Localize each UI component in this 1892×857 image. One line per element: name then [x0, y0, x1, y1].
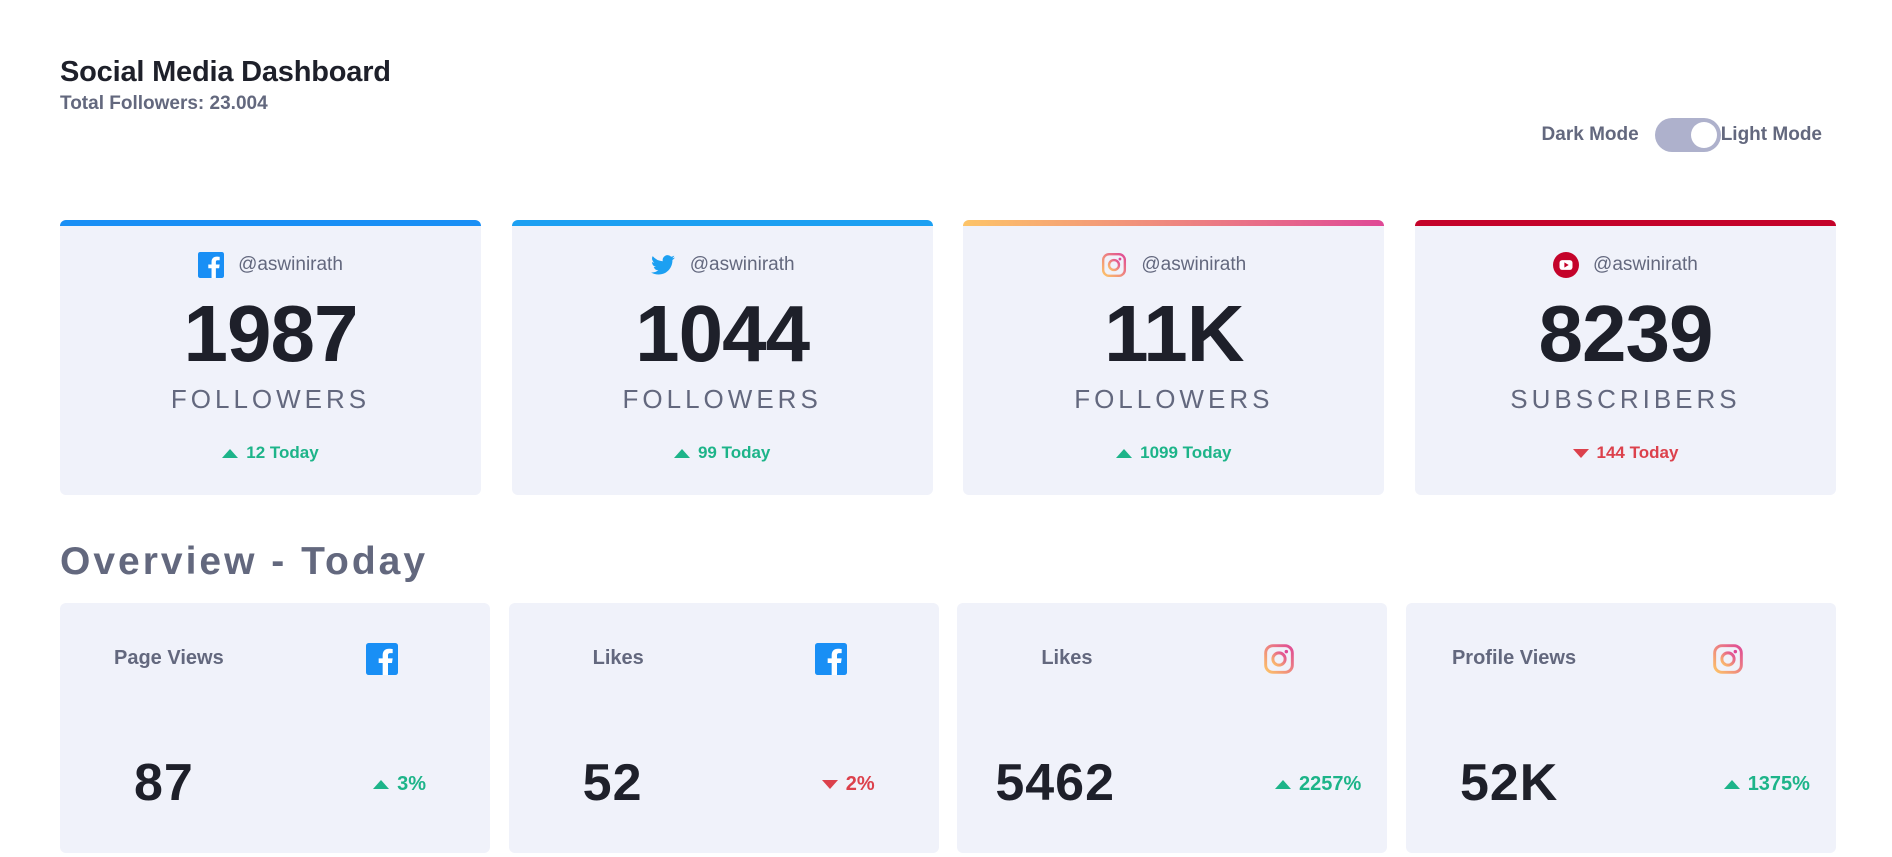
facebook-icon [814, 643, 847, 675]
page-title: Social Media Dashboard [60, 56, 391, 88]
total-followers: Total Followers: 23.004 [60, 93, 268, 114]
overview-change: 2% [821, 773, 875, 796]
overview-label: Page Views [114, 647, 224, 669]
overview-label: Profile Views [1451, 647, 1577, 669]
card-accent-bar [511, 220, 933, 226]
dark-mode-label: Dark Mode [1541, 124, 1639, 145]
overview-value: 52K [1459, 754, 1559, 812]
card-unit: SUBSCRIBERS [1510, 384, 1741, 414]
instagram-icon [1263, 643, 1295, 675]
arrow-down-icon [821, 780, 838, 789]
youtube-icon [1553, 252, 1580, 278]
overview-value: 52 [582, 754, 643, 812]
card-unit: FOLLOWERS [622, 384, 822, 414]
twitter-icon [650, 252, 676, 278]
card-facebook[interactable]: @aswinirath 1987 FOLLOWERS 12 Today [60, 220, 481, 495]
overview-change-value: 3% [397, 773, 426, 795]
toggle-knob [1690, 122, 1717, 148]
card-today: 99 Today [512, 443, 933, 463]
overview-change: 1375% [1723, 773, 1810, 796]
facebook-icon [366, 643, 398, 675]
overview-card-instagram-profile-views[interactable]: Profile Views 52K 1375% [1405, 603, 1836, 853]
card-handle: @aswinirath [238, 254, 343, 275]
theme-toggle[interactable] [1654, 118, 1721, 152]
card-today-value: 144 Today [1596, 443, 1679, 462]
card-accent-bar [60, 220, 481, 226]
overview-label: Likes [592, 647, 644, 669]
card-count: 8239 [1538, 289, 1713, 378]
arrow-up-icon [373, 780, 390, 789]
card-twitter[interactable]: @aswinirath 1044 FOLLOWERS 99 Today [511, 220, 933, 495]
card-count: 1987 [183, 289, 359, 378]
overview-change-value: 1375% [1747, 773, 1810, 795]
card-handle: @aswinirath [1141, 254, 1247, 275]
overview-card-instagram-likes[interactable]: Likes 5462 2257% [957, 603, 1388, 853]
arrow-up-icon [1275, 780, 1292, 789]
instagram-icon [1101, 252, 1127, 278]
card-today: 12 Today [60, 443, 481, 463]
theme-toggle-group: Dark Mode Light Mode [1542, 118, 1822, 152]
overview-card-facebook-page-views[interactable]: Page Views 87 3% [60, 603, 490, 853]
overview-change: 2257% [1275, 773, 1361, 796]
arrow-up-icon [222, 448, 239, 458]
card-accent-bar [1414, 220, 1836, 226]
arrow-up-icon [1723, 780, 1740, 789]
card-count: 1044 [635, 289, 810, 378]
card-today: 1099 Today [963, 443, 1384, 463]
overview-value: 87 [134, 754, 194, 812]
card-youtube[interactable]: @aswinirath 8239 SUBSCRIBERS 144 Today [1414, 220, 1836, 495]
overview-label: Likes [1041, 647, 1093, 669]
card-unit: FOLLOWERS [1074, 384, 1274, 414]
overview-change-value: 2257% [1299, 773, 1362, 795]
arrow-up-icon [1116, 448, 1133, 458]
arrow-up-icon [673, 448, 690, 458]
card-accent-bar [963, 220, 1385, 226]
card-today-value: 99 Today [697, 443, 771, 462]
card-instagram[interactable]: @aswinirath 11K FOLLOWERS 1099 Today [963, 220, 1385, 495]
follower-cards: @aswinirath 1987 FOLLOWERS 12 Today @asw… [60, 220, 1836, 495]
overview-card-facebook-likes[interactable]: Likes 52 2% [508, 603, 939, 853]
overview-change-value: 2% [845, 773, 875, 795]
card-today-value: 12 Today [246, 443, 319, 462]
card-handle: @aswinirath [689, 254, 795, 275]
overview-value: 5462 [995, 754, 1115, 812]
arrow-down-icon [1572, 448, 1589, 458]
overview-change: 3% [373, 773, 426, 796]
overview-cards: Page Views 87 3% Likes 52 2% Likes 5462 … [60, 603, 1836, 853]
facebook-icon [198, 252, 225, 278]
card-today: 144 Today [1415, 443, 1836, 463]
instagram-icon [1712, 643, 1744, 675]
light-mode-label: Light Mode [1720, 124, 1822, 145]
card-today-value: 1099 Today [1140, 443, 1232, 462]
card-count: 11K [1104, 289, 1244, 378]
card-unit: FOLLOWERS [170, 384, 371, 414]
overview-title: Overview - Today [60, 540, 429, 583]
card-handle: @aswinirath [1593, 254, 1698, 275]
header: Social Media Dashboard Total Followers: … [60, 56, 391, 115]
